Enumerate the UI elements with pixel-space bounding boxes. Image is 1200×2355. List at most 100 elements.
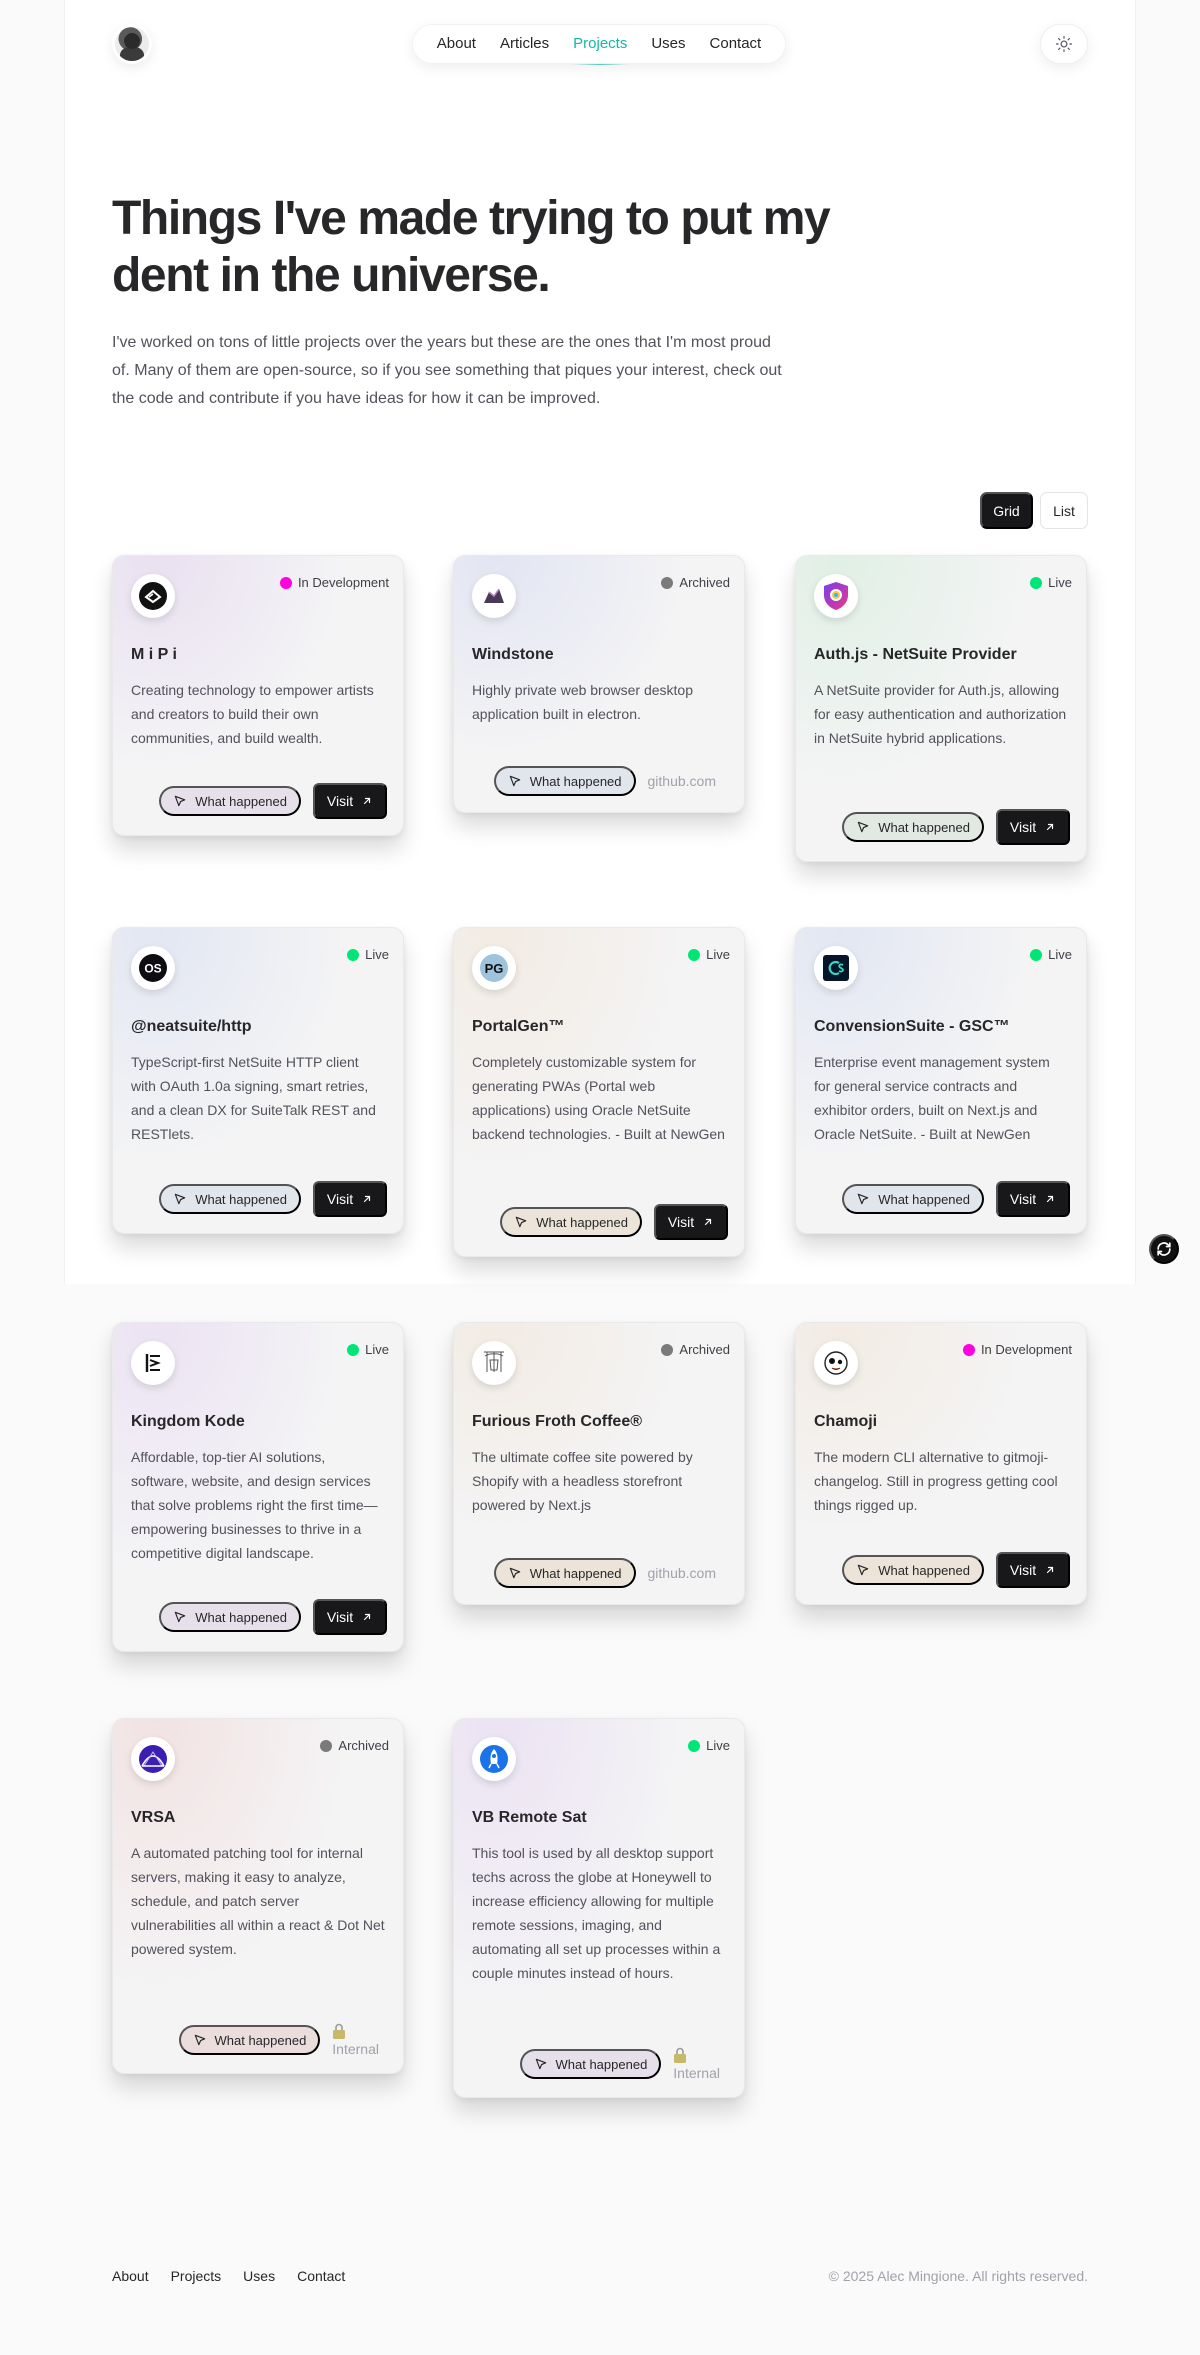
what-happened-label: What happened (195, 793, 287, 809)
project-card-furious-froth-coffee[interactable]: Archived Furious Froth Coffee® The ultim… (453, 1322, 745, 1605)
what-happened-button[interactable]: What happened (842, 812, 984, 842)
sync-icon (1157, 1242, 1171, 1256)
status-badge: In Development (962, 1342, 1072, 1357)
footer-link-contact[interactable]: Contact (297, 2268, 345, 2284)
what-happened-button[interactable]: What happened (500, 1207, 642, 1237)
status-dot (347, 948, 360, 961)
lock-icon (674, 2047, 687, 2063)
nav-projects[interactable]: Projects (561, 24, 639, 65)
what-happened-label: What happened (536, 1214, 628, 1230)
visit-label: Visit (1009, 1191, 1037, 1207)
copyright: © 2025 Alec Mingione. All rights reserve… (828, 2268, 1088, 2284)
status-label: Archived (679, 1342, 730, 1357)
cursor-icon (509, 1567, 520, 1579)
what-happened-label: What happened (555, 2056, 648, 2072)
what-happened-button[interactable]: What happened (159, 1602, 301, 1632)
internal-label: Internal (332, 2023, 379, 2057)
project-card-vrsa[interactable]: Archived VRSA A automated patching tool … (112, 1718, 404, 2074)
status-label: Live (1048, 947, 1072, 962)
svg-text:OS: OS (144, 962, 161, 976)
project-title: Kingdom Kode (131, 1413, 245, 1430)
footer-link-about[interactable]: About (112, 2268, 149, 2284)
floating-action-button[interactable] (1149, 1234, 1179, 1264)
arrow-up-right-icon (1046, 1195, 1054, 1203)
theme-toggle-button[interactable] (1040, 24, 1088, 64)
what-happened-button[interactable]: What happened (159, 1184, 301, 1214)
footer-link-projects[interactable]: Projects (171, 2268, 222, 2284)
card-actions: What happened Visit (842, 809, 1070, 845)
status-badge: Live (347, 947, 389, 962)
lock-icon (333, 2023, 346, 2039)
project-card-convensionsuite-gsc[interactable]: Live ConvensionSuite - GSC™ Enterprise e… (795, 927, 1087, 1234)
project-description: Highly private web browser desktop appli… (472, 682, 693, 722)
github-link[interactable]: github.com (648, 773, 716, 789)
status-label: Archived (338, 1738, 389, 1753)
cursor-icon (509, 775, 520, 787)
cursor-icon (194, 2034, 205, 2046)
visit-button[interactable]: Visit (996, 1552, 1070, 1588)
coffee-logo-icon (472, 1341, 516, 1385)
card-actions: What happened Internal (178, 2023, 388, 2057)
what-happened-button[interactable]: What happened (493, 1558, 636, 1588)
what-happened-label: What happened (878, 1562, 970, 1578)
what-happened-button[interactable]: What happened (842, 1184, 984, 1214)
project-card-kingdom-kode[interactable]: Live Kingdom Kode Affordable, top-tier A… (112, 1322, 404, 1652)
project-card-windstone[interactable]: Archived Windstone Highly private web br… (453, 555, 745, 813)
project-title: VB Remote Sat (472, 1809, 587, 1826)
status-dot (661, 576, 674, 589)
card-actions: What happened Visit (500, 1204, 728, 1240)
what-happened-button[interactable]: What happened (178, 2025, 321, 2055)
project-description: This tool is used by all desktop support… (472, 1845, 721, 1981)
visit-button[interactable]: Visit (654, 1204, 728, 1240)
avatar-home-link[interactable] (112, 24, 152, 64)
status-label: Live (706, 1738, 730, 1753)
project-description: Completely customizable system for gener… (472, 1054, 725, 1142)
status-badge: Live (688, 947, 730, 962)
project-title: Furious Froth Coffee® (472, 1413, 642, 1430)
visit-button[interactable]: Visit (313, 1181, 387, 1217)
project-title: M i P i (131, 646, 177, 663)
what-happened-button[interactable]: What happened (493, 766, 636, 796)
nav-uses[interactable]: Uses (639, 24, 697, 64)
os-logo-icon: OS (131, 946, 175, 990)
status-label: Live (706, 947, 730, 962)
what-happened-button[interactable]: What happened (519, 2049, 662, 2079)
project-card-m-i-p-i[interactable]: In Development M i P i Creating technolo… (112, 555, 404, 836)
footer-nav: About Projects Uses Contact (112, 2268, 345, 2284)
project-description: Affordable, top-tier AI solutions, softw… (131, 1449, 378, 1561)
status-label: In Development (297, 575, 389, 590)
footer-link-uses[interactable]: Uses (243, 2268, 275, 2284)
project-card-neatsuite-http[interactable]: OS Live @neatsuite/http TypeScript-first… (112, 927, 404, 1234)
visit-button[interactable]: Visit (313, 1599, 387, 1635)
arrow-up-right-icon (1046, 823, 1054, 831)
list-view-button[interactable]: List (1040, 492, 1088, 529)
grid-view-button[interactable]: Grid (980, 492, 1033, 529)
github-link[interactable]: github.com (648, 1565, 716, 1581)
project-card-portalgen[interactable]: PG Live PortalGen™ Completely customizab… (453, 927, 745, 1257)
project-title: Chamoji (814, 1413, 878, 1430)
nav-articles[interactable]: Articles (488, 24, 561, 64)
cursor-icon (857, 1564, 869, 1576)
visit-button[interactable]: Visit (996, 809, 1070, 845)
nav-contact[interactable]: Contact (698, 24, 774, 64)
status-dot (320, 1739, 333, 1752)
visit-button[interactable]: Visit (313, 783, 387, 819)
what-happened-button[interactable]: What happened (159, 786, 301, 816)
card-actions: What happened Visit (159, 783, 387, 819)
card-actions: What happened github.com (493, 766, 728, 796)
what-happened-button[interactable]: What happened (842, 1555, 984, 1585)
nav-about[interactable]: About (425, 24, 488, 64)
project-card-vb-remote-sat[interactable]: Live VB Remote Sat This tool is used by … (453, 1718, 745, 2098)
cursor-icon (174, 1611, 186, 1623)
what-happened-label: What happened (195, 1609, 287, 1625)
what-happened-label: What happened (195, 1191, 287, 1207)
visit-button[interactable]: Visit (996, 1181, 1070, 1217)
internal-text: Internal (673, 2065, 720, 2081)
project-card-chamoji[interactable]: In Development Chamoji The modern CLI al… (795, 1322, 1087, 1605)
page-intro: I've worked on tons of little projects o… (112, 334, 782, 407)
card-actions: What happened Visit (842, 1552, 1070, 1588)
project-description: Creating technology to empower artists a… (131, 682, 374, 746)
status-dot (1030, 948, 1043, 961)
project-card-auth-js-netsuite-provider[interactable]: Live Auth.js - NetSuite Provider A NetSu… (795, 555, 1087, 862)
cs-logo-icon (814, 946, 858, 990)
